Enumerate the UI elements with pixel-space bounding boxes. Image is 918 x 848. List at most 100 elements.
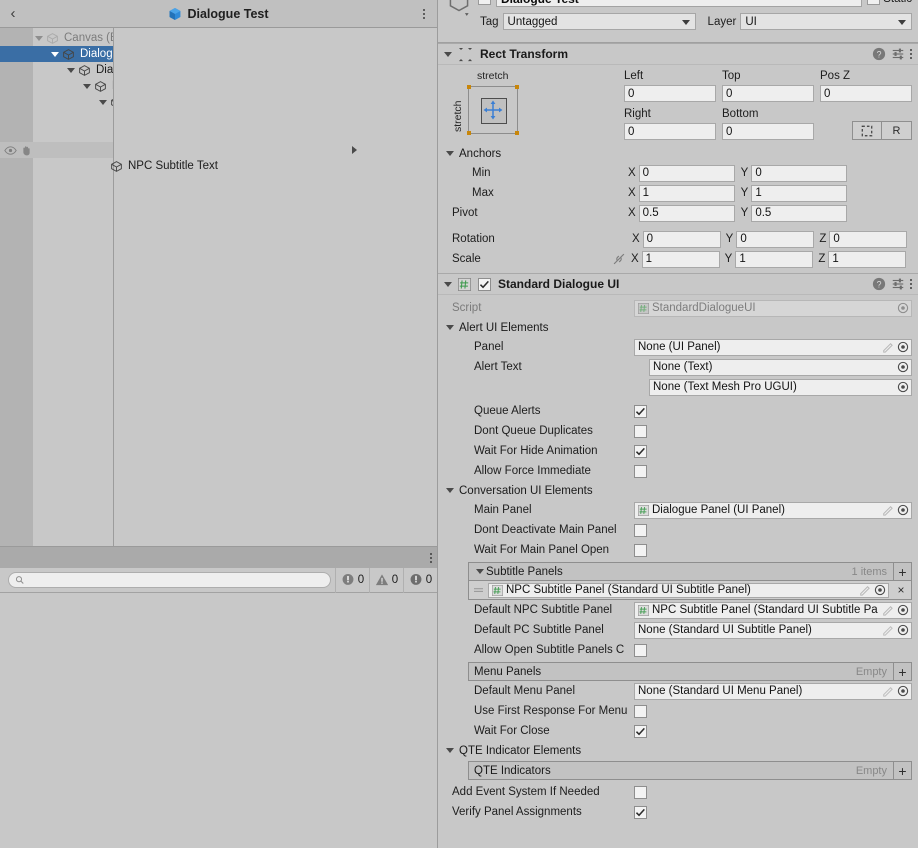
scale-y-field[interactable]: 1: [735, 250, 814, 268]
component-menu-icon[interactable]: [910, 47, 912, 61]
default-npc-subtitle-panel-field[interactable]: NPC Subtitle Panel (Standard UI Subtitle…: [634, 601, 912, 619]
foldout-arrow-icon[interactable]: [442, 46, 453, 62]
static-checkbox[interactable]: [867, 0, 881, 5]
rotation-z-field[interactable]: 0: [829, 230, 908, 248]
scale-x-field[interactable]: 1: [641, 250, 720, 268]
linked-scale-off-icon[interactable]: [612, 252, 626, 266]
allow-force-immediate-checkbox[interactable]: [634, 464, 647, 478]
remove-item-button[interactable]: ×: [893, 583, 909, 597]
object-picker-icon[interactable]: [897, 624, 909, 636]
hierarchy-tree[interactable]: Canvas (Environment) Dialogue Test Dialo…: [0, 28, 437, 546]
static-toggle-wrap[interactable]: Static: [867, 0, 912, 5]
use-first-response-checkbox[interactable]: [634, 704, 647, 718]
left-field[interactable]: 0: [624, 85, 716, 102]
edit-pencil-icon[interactable]: [859, 584, 871, 596]
alert-panel-field[interactable]: None (UI Panel): [634, 338, 912, 356]
object-picker-icon[interactable]: [897, 604, 909, 616]
top-field[interactable]: 0: [722, 85, 814, 102]
alert-text-field[interactable]: None (Text): [649, 358, 912, 376]
subtitle-panels-add-button[interactable]: +: [893, 562, 912, 581]
hierarchy-menu-icon[interactable]: [411, 7, 437, 21]
qte-indicators-foldout[interactable]: QTE Indicators Empty: [468, 761, 894, 780]
object-picker-icon[interactable]: [897, 381, 909, 393]
expand-arrow-icon[interactable]: [33, 30, 44, 46]
preset-settings-icon[interactable]: [891, 277, 905, 291]
object-picker-icon[interactable]: [897, 361, 909, 373]
object-picker-icon[interactable]: [897, 504, 909, 516]
anchor-max-y-field[interactable]: 1: [751, 184, 848, 202]
log-counter[interactable]: 0: [335, 567, 369, 593]
console-search-field[interactable]: [24, 573, 324, 587]
queue-alerts-checkbox[interactable]: [634, 404, 647, 418]
rotation-x-field[interactable]: 0: [642, 230, 721, 248]
conversation-ui-elements-foldout[interactable]: Conversation UI Elements: [444, 481, 912, 500]
menu-panels-foldout[interactable]: Menu Panels Empty: [468, 662, 894, 681]
expand-arrow-icon[interactable]: [49, 46, 60, 62]
main-panel-field[interactable]: Dialogue Panel (UI Panel): [634, 501, 912, 519]
scale-z-field[interactable]: 1: [828, 250, 907, 268]
alert-text-tmp-field[interactable]: None (Text Mesh Pro UGUI): [649, 378, 912, 396]
edit-pencil-icon[interactable]: [882, 624, 894, 636]
preset-settings-icon[interactable]: [891, 47, 905, 61]
anchor-preset-icon[interactable]: [467, 85, 519, 135]
expand-arrow-icon[interactable]: [81, 78, 92, 94]
dont-queue-duplicates-checkbox[interactable]: [634, 424, 647, 438]
eye-icon[interactable]: [4, 145, 17, 156]
alert-ui-elements-foldout[interactable]: Alert UI Elements: [444, 318, 912, 337]
component-enabled-checkbox[interactable]: [478, 277, 491, 291]
chevron-left-icon[interactable]: ‹: [0, 5, 26, 22]
wait-main-panel-open-checkbox[interactable]: [634, 543, 647, 557]
component-menu-icon[interactable]: [910, 277, 912, 291]
pivot-y-field[interactable]: 0.5: [751, 204, 848, 222]
subtitle-panel-item-field[interactable]: NPC Subtitle Panel (Standard UI Subtitle…: [488, 582, 889, 598]
hierarchy-row-continue-button[interactable]: Continue Button: [0, 28, 437, 546]
rotation-y-field[interactable]: 0: [736, 230, 815, 248]
list-item[interactable]: NPC Subtitle Panel (Standard UI Subtitle…: [468, 581, 912, 600]
qte-indicators-add-button[interactable]: +: [893, 761, 912, 780]
anchor-min-x-field[interactable]: 0: [638, 164, 735, 182]
posz-field[interactable]: 0: [820, 85, 912, 102]
standard-dialogue-ui-header[interactable]: Standard Dialogue UI ?: [438, 273, 918, 295]
warning-counter[interactable]: 0: [369, 567, 403, 593]
object-active-toggle[interactable]: [478, 0, 491, 5]
object-picker-icon[interactable]: [897, 685, 909, 697]
bottom-field[interactable]: 0: [722, 123, 814, 140]
subtitle-panels-foldout[interactable]: Subtitle Panels 1 items: [468, 562, 894, 581]
object-name-field[interactable]: Dialogue Test: [496, 0, 863, 7]
object-picker-icon[interactable]: [897, 341, 909, 353]
rect-transform-header[interactable]: Rect Transform ?: [438, 43, 918, 65]
edit-pencil-icon[interactable]: [882, 685, 894, 697]
anchor-min-y-field[interactable]: 0: [751, 164, 848, 182]
right-field[interactable]: 0: [624, 123, 716, 140]
wait-for-close-checkbox[interactable]: [634, 724, 647, 738]
tag-dropdown[interactable]: Untagged: [502, 13, 696, 30]
default-menu-panel-field[interactable]: None (Standard UI Menu Panel): [634, 682, 912, 700]
object-picker-icon[interactable]: [874, 584, 886, 596]
error-counter[interactable]: 0: [403, 567, 437, 593]
wait-hide-animation-checkbox[interactable]: [634, 444, 647, 458]
dont-deactivate-main-panel-checkbox[interactable]: [634, 523, 647, 537]
expand-arrow-icon[interactable]: [97, 94, 108, 110]
anchor-max-x-field[interactable]: 1: [638, 184, 735, 202]
anchors-foldout[interactable]: Anchors: [444, 144, 912, 163]
drag-handle-icon[interactable]: [473, 586, 484, 595]
blueprint-mode-button[interactable]: [852, 121, 882, 140]
raw-edit-button[interactable]: R: [882, 121, 912, 140]
default-pc-subtitle-panel-field[interactable]: None (Standard UI Subtitle Panel): [634, 621, 912, 639]
collapse-arrow-icon[interactable]: [113, 28, 437, 546]
edit-pencil-icon[interactable]: [882, 604, 894, 616]
hand-pickability-icon[interactable]: [20, 145, 33, 156]
edit-pencil-icon[interactable]: [882, 504, 894, 516]
console-menu-icon[interactable]: [430, 551, 432, 565]
layer-dropdown[interactable]: UI: [740, 13, 912, 30]
edit-pencil-icon[interactable]: [882, 341, 894, 353]
qte-indicator-elements-foldout[interactable]: QTE Indicator Elements: [444, 741, 912, 760]
allow-open-subtitle-panels-checkbox[interactable]: [634, 643, 647, 657]
pivot-x-field[interactable]: 0.5: [638, 204, 735, 222]
verify-panel-assignments-checkbox[interactable]: [634, 805, 647, 819]
menu-panels-add-button[interactable]: +: [893, 662, 912, 681]
help-icon[interactable]: ?: [872, 47, 886, 61]
foldout-arrow-icon[interactable]: [442, 276, 453, 292]
help-icon[interactable]: ?: [872, 277, 886, 291]
add-event-system-checkbox[interactable]: [634, 785, 647, 799]
